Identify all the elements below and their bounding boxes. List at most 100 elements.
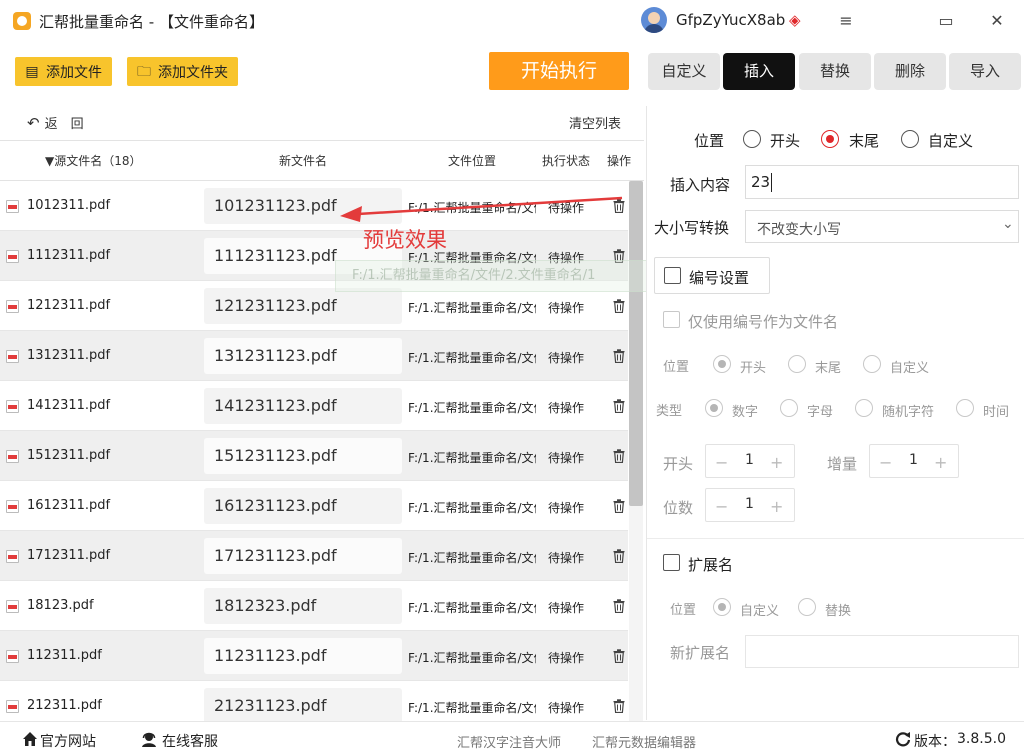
pdf-file-icon (6, 200, 19, 213)
numbering-toggle[interactable]: 编号设置 (654, 257, 770, 294)
num-radio-end[interactable] (788, 355, 806, 373)
radio-start[interactable] (743, 130, 761, 148)
type-radio-time[interactable] (956, 399, 974, 417)
minus-icon[interactable]: − (715, 497, 728, 516)
source-file-name: 1312311.pdf (27, 348, 111, 363)
version-value: 3.8.5.0 (957, 731, 1006, 747)
num-radio-custom-label: 自定义 (890, 361, 930, 376)
new-file-name: 161231123.pdf (214, 496, 337, 515)
new-file-name: 21231123.pdf (214, 696, 327, 715)
case-conversion-select[interactable]: 不改变大小写 ⌄ (745, 210, 1019, 243)
type-random-label: 随机字符 (882, 405, 935, 420)
start-stepper[interactable]: − 1 + (705, 444, 795, 478)
trash-icon[interactable] (613, 499, 625, 513)
type-radio-number[interactable] (705, 399, 723, 417)
source-file-name: 18123.pdf (27, 598, 94, 613)
tab-insert[interactable]: 插入 (723, 53, 795, 90)
pdf-file-icon (6, 350, 19, 363)
source-file-name: 1512311.pdf (27, 448, 111, 463)
new-file-name-field[interactable]: 131231123.pdf (204, 338, 402, 374)
pinyin-tool-link[interactable]: 汇帮汉字注音大师 (457, 732, 561, 751)
status-badge: 待操作 (548, 551, 585, 565)
table-row[interactable]: 1512311.pdf 151231123.pdf F:/1.汇帮批量重命名/文件/… (0, 431, 628, 481)
plus-icon[interactable]: + (770, 497, 783, 516)
pdf-file-icon (6, 250, 19, 263)
trash-icon[interactable] (613, 599, 625, 613)
plus-icon[interactable]: + (934, 453, 947, 472)
metadata-tool-link[interactable]: 汇帮元数据编辑器 (592, 732, 696, 751)
new-file-name-field[interactable]: 121231123.pdf (204, 288, 402, 324)
file-location: F:/1.汇帮批量重命名/文件/2.文件重命名 (408, 301, 536, 315)
only-number-checkbox[interactable] (663, 311, 680, 328)
tab-delete[interactable]: 删除 (874, 53, 946, 90)
online-service-link[interactable]: 在线客服 (162, 731, 218, 751)
new-file-name-field[interactable]: 171231123.pdf (204, 538, 402, 574)
extension-checkbox[interactable] (663, 554, 680, 571)
tab-replace[interactable]: 替换 (799, 53, 871, 90)
add-folder-button[interactable]: 🗀 添加文件夹 (127, 57, 238, 86)
tab-import[interactable]: 导入 (949, 53, 1021, 90)
minus-icon[interactable]: − (879, 453, 892, 472)
table-row[interactable]: 1412311.pdf 141231123.pdf F:/1.汇帮批量重命名/文件/… (0, 381, 628, 431)
ext-radio-replace[interactable] (798, 598, 816, 616)
table-row[interactable]: 1712311.pdf 171231123.pdf F:/1.汇帮批量重命名/文件/… (0, 531, 628, 581)
trash-icon[interactable] (613, 549, 625, 563)
type-radio-random[interactable] (855, 399, 873, 417)
clear-list-button[interactable]: 清空列表 (569, 113, 621, 132)
table-row[interactable]: 1612311.pdf 161231123.pdf F:/1.汇帮批量重命名/文件/… (0, 481, 628, 531)
version-label: 版本： (914, 734, 956, 750)
ext-radio-custom[interactable] (713, 598, 731, 616)
trash-icon[interactable] (613, 399, 625, 413)
type-radio-letter[interactable] (780, 399, 798, 417)
digits-stepper[interactable]: − 1 + (705, 488, 795, 522)
num-radio-start[interactable] (713, 355, 731, 373)
menu-button[interactable]: ≡ (834, 9, 858, 33)
status-badge: 待操作 (548, 451, 585, 465)
new-file-name: 121231123.pdf (214, 296, 337, 315)
trash-icon[interactable] (613, 449, 625, 463)
increment-stepper[interactable]: − 1 + (869, 444, 959, 478)
new-file-name-field[interactable]: 21231123.pdf (204, 688, 402, 721)
insert-content-input[interactable]: 23 (745, 165, 1019, 199)
new-file-name-field[interactable]: 151231123.pdf (204, 438, 402, 474)
table-row[interactable]: 1312311.pdf 131231123.pdf F:/1.汇帮批量重命名/文件/… (0, 331, 628, 381)
add-file-button[interactable]: ▤ 添加文件 (15, 57, 112, 86)
new-extension-input[interactable] (745, 635, 1019, 668)
user-avatar[interactable] (641, 7, 667, 33)
radio-start-label: 开头 (770, 132, 801, 150)
new-file-name-field[interactable]: 141231123.pdf (204, 388, 402, 424)
back-button[interactable]: ↶ 返 回 (27, 113, 84, 132)
table-row[interactable]: 212311.pdf 21231123.pdf F:/1.汇帮批量重命名/文件/2.… (0, 681, 628, 721)
ext-custom-label: 自定义 (740, 604, 780, 619)
status-badge: 待操作 (548, 701, 585, 715)
close-button[interactable]: ✕ (985, 9, 1009, 33)
minus-icon[interactable]: − (715, 453, 728, 472)
trash-icon[interactable] (613, 649, 625, 663)
new-file-name-field[interactable]: 11231123.pdf (204, 638, 402, 674)
pdf-file-icon (6, 300, 19, 313)
trash-icon[interactable] (613, 299, 625, 313)
radio-end[interactable] (821, 130, 839, 148)
table-row[interactable]: 112311.pdf 11231123.pdf F:/1.汇帮批量重命名/文件/2.… (0, 631, 628, 681)
plus-icon[interactable]: + (770, 453, 783, 472)
radio-custom[interactable] (901, 130, 919, 148)
column-source-name[interactable]: ▼源文件名（18） (45, 152, 142, 169)
new-file-name-field[interactable]: 1812323.pdf (204, 588, 402, 624)
official-website-link[interactable]: 官方网站 (40, 731, 96, 751)
add-folder-label: 添加文件夹 (158, 64, 228, 81)
tab-custom[interactable]: 自定义 (648, 53, 720, 90)
new-file-name: 1812323.pdf (214, 596, 317, 615)
trash-icon[interactable] (613, 699, 625, 713)
numbering-checkbox[interactable] (664, 267, 681, 284)
position-label: 位置 (694, 132, 725, 150)
maximize-button[interactable]: ▭ (934, 9, 958, 33)
username[interactable]: GfpZyYucX8ab (676, 11, 785, 29)
num-radio-custom[interactable] (863, 355, 881, 373)
folder-plus-icon: 🗀 (137, 63, 151, 80)
trash-icon[interactable] (613, 349, 625, 363)
start-button[interactable]: 开始执行 (489, 52, 629, 90)
table-row[interactable]: 18123.pdf 1812323.pdf F:/1.汇帮批量重命名/文件/2.文件… (0, 581, 628, 631)
new-file-name-field[interactable]: 161231123.pdf (204, 488, 402, 524)
radio-end-label: 末尾 (849, 132, 880, 150)
file-location: F:/1.汇帮批量重命名/文件/2.文件重命名 (408, 701, 536, 715)
